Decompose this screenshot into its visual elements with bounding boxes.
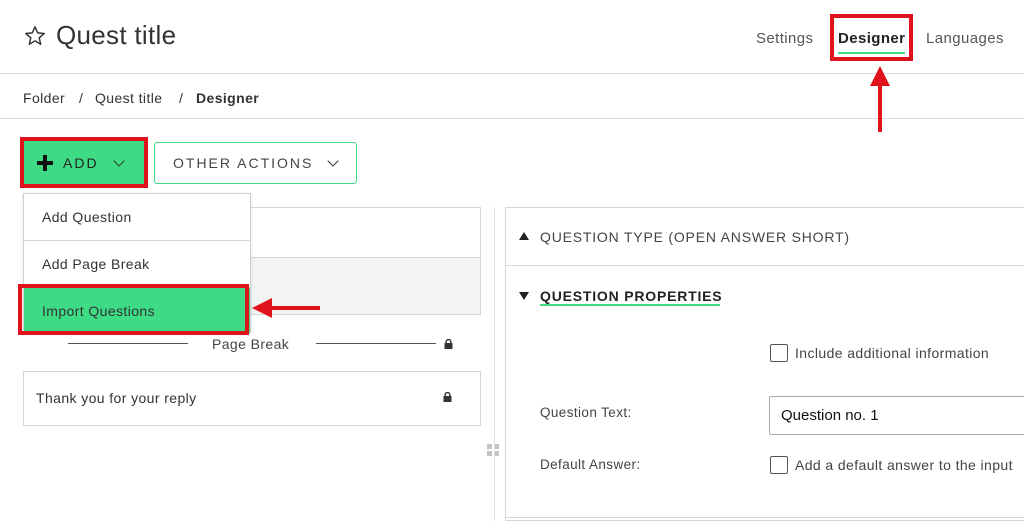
star-icon[interactable] bbox=[24, 25, 46, 47]
page-break-line bbox=[68, 343, 188, 344]
other-actions-label: OTHER ACTIONS bbox=[173, 155, 314, 171]
thank-you-label: Thank you for your reply bbox=[36, 390, 197, 406]
breadcrumb-separator: / bbox=[79, 90, 84, 106]
default-answer-label: Default Answer: bbox=[540, 457, 641, 472]
default-answer-checkbox-label: Add a default answer to the input bbox=[795, 457, 1013, 473]
tab-settings[interactable]: Settings bbox=[756, 30, 813, 47]
page-break-line bbox=[316, 343, 436, 344]
annotation-arrow-up bbox=[870, 66, 890, 132]
drag-handle-icon[interactable] bbox=[487, 444, 499, 456]
breadcrumb-folder[interactable]: Folder bbox=[23, 90, 65, 106]
include-additional-label: Include additional information bbox=[795, 345, 990, 361]
breadcrumb-current: Designer bbox=[196, 90, 260, 106]
question-type-heading[interactable]: QUESTION TYPE (OPEN ANSWER SHORT) bbox=[540, 229, 850, 245]
question-text-input[interactable] bbox=[769, 396, 1024, 435]
annotation-arrow-left bbox=[252, 298, 320, 318]
menu-item-add-question[interactable]: Add Question bbox=[24, 194, 250, 241]
lock-icon bbox=[444, 339, 453, 349]
default-answer-checkbox[interactable] bbox=[770, 456, 788, 474]
panel-divider bbox=[494, 207, 495, 521]
question-text-label: Question Text: bbox=[540, 405, 632, 420]
breadcrumb-separator: / bbox=[179, 90, 184, 106]
annotation-box-designer bbox=[830, 14, 913, 61]
menu-item-add-page-break[interactable]: Add Page Break bbox=[24, 241, 250, 288]
other-actions-button[interactable]: OTHER ACTIONS bbox=[154, 142, 357, 184]
panel-bottom-border bbox=[505, 517, 1024, 518]
page-title: Quest title bbox=[56, 20, 177, 50]
tab-languages[interactable]: Languages bbox=[926, 30, 1004, 47]
triangle-down-icon bbox=[519, 292, 529, 300]
triangle-up-icon bbox=[519, 232, 529, 240]
heading-underline bbox=[540, 304, 720, 306]
annotation-box-import bbox=[18, 284, 249, 335]
page-break-label: Page Break bbox=[212, 336, 290, 352]
annotation-box-add bbox=[20, 137, 148, 188]
breadcrumb-quest[interactable]: Quest title bbox=[95, 90, 162, 106]
include-additional-checkbox[interactable] bbox=[770, 344, 788, 362]
lock-icon bbox=[443, 392, 452, 402]
question-properties-heading[interactable]: QUESTION PROPERTIES bbox=[540, 288, 722, 304]
chevron-down-icon bbox=[327, 155, 340, 167]
